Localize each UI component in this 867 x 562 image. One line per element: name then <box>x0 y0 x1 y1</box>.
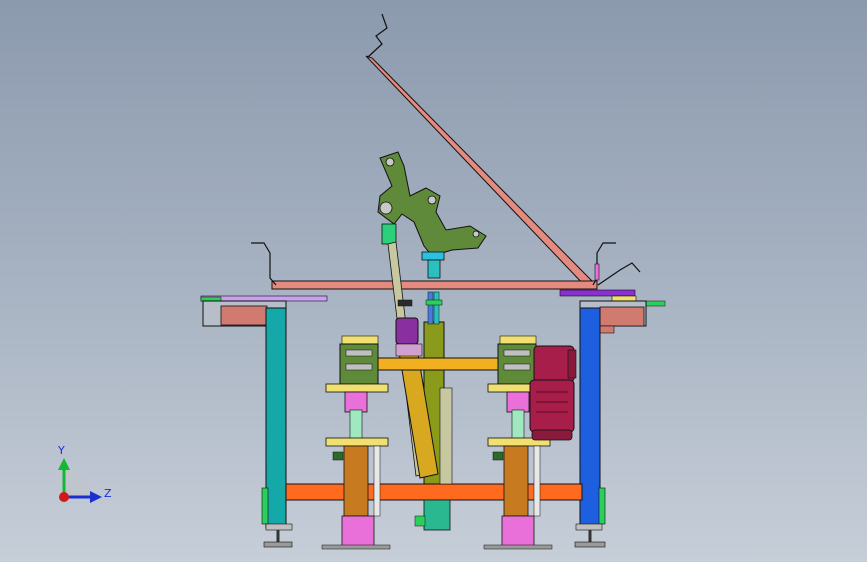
cad-viewport[interactable]: Y Z <box>0 0 867 562</box>
axis-z-label: Z <box>104 487 112 500</box>
left-end-block <box>200 295 328 327</box>
leg-left <box>261 307 293 548</box>
leg-right <box>574 307 606 548</box>
gear-motor <box>529 345 577 441</box>
assembly-drawing: Y Z <box>57 13 666 550</box>
axis-y-label: Y <box>57 444 65 457</box>
drive-shaft <box>373 357 505 371</box>
axis-triad: Y Z <box>57 444 112 503</box>
tilted-plate <box>365 13 595 288</box>
right-end-block <box>559 289 666 334</box>
